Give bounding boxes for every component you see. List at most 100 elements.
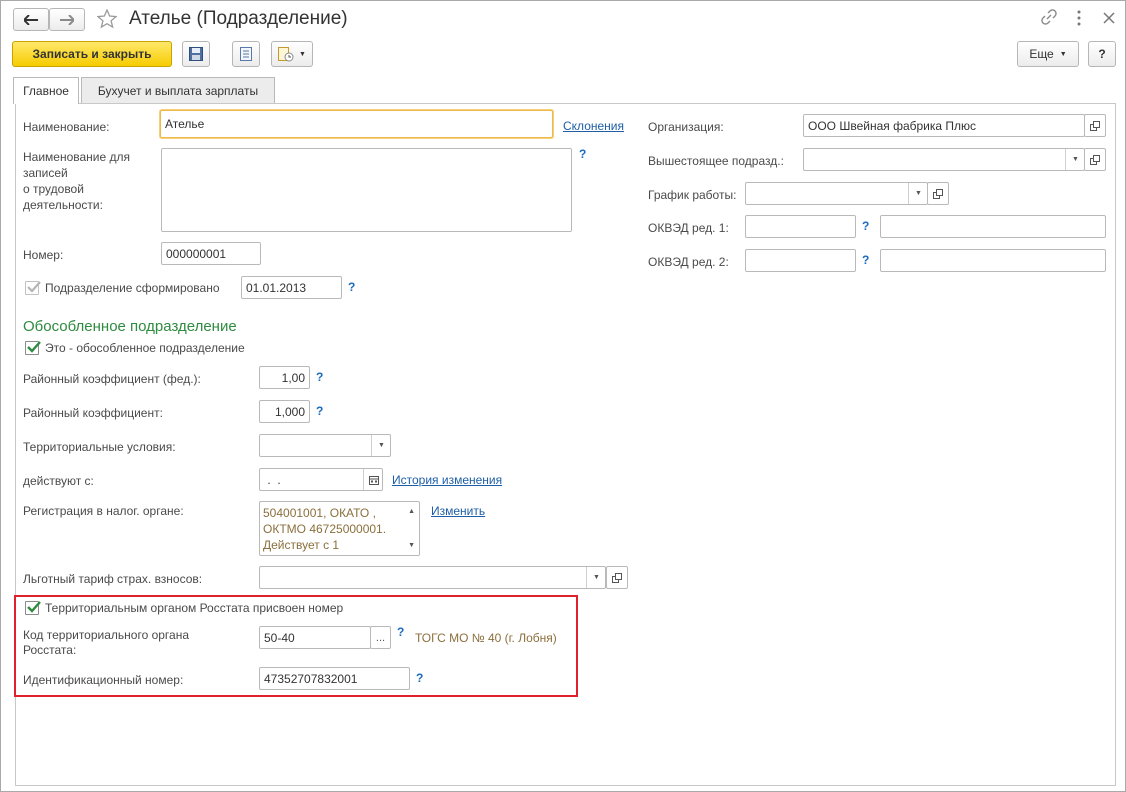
rosstat-code-description: ТОГС МО № 40 (г. Лобня) (415, 631, 557, 645)
favorite-star-icon[interactable] (96, 8, 118, 32)
formed-label: Подразделение сформировано (45, 281, 220, 295)
records-name-textarea[interactable] (161, 148, 572, 232)
okved1-help-icon[interactable]: ? (862, 219, 869, 233)
tax-registration-label: Регистрация в налог. органе: (23, 504, 184, 518)
checkmark-icon (27, 281, 41, 293)
parent-division-open-button[interactable] (1084, 148, 1106, 171)
arrow-left-icon (24, 14, 38, 25)
scroll-down-icon[interactable]: ▼ (408, 542, 415, 549)
chevron-down-icon: ▼ (299, 50, 306, 58)
okved1-name-input[interactable] (880, 215, 1106, 238)
formed-help-icon[interactable]: ? (348, 280, 355, 294)
separate-division-checkbox[interactable] (25, 341, 41, 355)
document-list-button[interactable] (232, 41, 260, 67)
rosstat-code-input[interactable]: 50-40 (259, 626, 371, 649)
coef-fed-input[interactable]: 1,00 (259, 366, 310, 389)
coef-input[interactable]: 1,000 (259, 400, 310, 423)
chevron-down-icon[interactable]: ▼ (1065, 149, 1084, 170)
rosstat-code-help-icon[interactable]: ? (397, 625, 404, 639)
okved2-name-input[interactable] (880, 249, 1106, 272)
okved2-help-icon[interactable]: ? (862, 253, 869, 267)
create-based-on-button[interactable]: ▼ (271, 41, 313, 67)
records-name-label-line2: записей (23, 166, 68, 180)
floppy-disk-icon (189, 47, 203, 61)
save-button[interactable] (182, 41, 210, 67)
coef-label: Районный коэффициент: (23, 406, 163, 420)
tax-registration-line2: ОКТМО 46725000001. (263, 522, 387, 536)
rosstat-code-label-line1: Код территориального органа (23, 628, 190, 642)
territorial-conditions-label: Территориальные условия: (23, 440, 176, 454)
valid-from-date-input[interactable]: . . (259, 468, 383, 491)
records-name-label-line4: деятельности: (23, 198, 103, 212)
valid-from-label: действуют с: (23, 474, 94, 488)
tax-registration-line1: 504001001, ОКАТО , (263, 506, 376, 520)
tax-registration-field[interactable]: 504001001, ОКАТО , ОКТМО 46725000001. Де… (259, 501, 420, 556)
rosstat-code-label-line2: Росстата: (23, 643, 77, 657)
form-window: Ателье (Подразделение) Записать и закрыт… (0, 0, 1126, 792)
okved1-label: ОКВЭД ред. 1: (648, 221, 729, 235)
save-and-close-button[interactable]: Записать и закрыть (12, 41, 172, 67)
parent-division-label: Вышестоящее подразд.: (648, 154, 784, 168)
open-form-icon (1090, 154, 1100, 165)
formed-checkbox[interactable] (25, 281, 41, 295)
scroll-up-icon[interactable]: ▲ (408, 508, 415, 515)
number-input[interactable]: 000000001 (161, 242, 261, 265)
records-name-help-icon[interactable]: ? (579, 147, 586, 161)
tariff-label: Льготный тариф страх. взносов: (23, 572, 203, 586)
identification-number-label: Идентификационный номер: (23, 673, 184, 687)
tariff-open-button[interactable] (606, 566, 628, 589)
rosstat-number-label: Территориальным органом Росстата присвое… (45, 601, 344, 615)
parent-division-select[interactable]: ▼ (803, 148, 1085, 171)
open-form-icon (612, 572, 622, 583)
separate-division-label: Это - обособленное подразделение (45, 341, 245, 355)
rosstat-code-select-button[interactable]: ... (370, 626, 391, 649)
change-history-link[interactable]: История изменения (392, 473, 502, 487)
coef-fed-help-icon[interactable]: ? (316, 370, 323, 384)
okved1-code-input[interactable] (745, 215, 856, 238)
calendar-icon[interactable] (363, 469, 382, 490)
close-icon[interactable] (1103, 12, 1115, 27)
work-schedule-open-button[interactable] (927, 182, 949, 205)
organization-open-button[interactable] (1084, 114, 1106, 137)
separate-division-section-title: Обособленное подразделение (23, 318, 237, 335)
document-create-icon (278, 46, 294, 61)
chevron-down-icon: ▼ (1059, 50, 1067, 58)
tariff-select[interactable]: ▼ (259, 566, 606, 589)
organization-label: Организация: (648, 120, 724, 134)
chevron-down-icon[interactable]: ▼ (371, 435, 390, 456)
name-label: Наименование: (23, 120, 110, 134)
list-document-icon (240, 47, 252, 61)
window-title: Ателье (Подразделение) (129, 8, 348, 29)
checkmark-icon (27, 601, 41, 613)
chevron-down-icon[interactable]: ▼ (908, 183, 927, 204)
forward-button[interactable] (49, 8, 85, 31)
work-schedule-label: График работы: (648, 188, 737, 202)
okved2-code-input[interactable] (745, 249, 856, 272)
valid-from-value: . . (264, 472, 281, 487)
more-menu-button[interactable]: Еще ▼ (1017, 41, 1079, 67)
tab-accounting-payroll[interactable]: Бухучет и выплата зарплаты (81, 77, 275, 103)
more-dots-icon[interactable] (1076, 10, 1082, 29)
okved2-label: ОКВЭД ред. 2: (648, 255, 729, 269)
checkmark-icon (27, 341, 41, 353)
tab-main[interactable]: Главное (13, 77, 79, 104)
more-menu-label: Еще (1029, 47, 1054, 61)
territorial-conditions-select[interactable]: ▼ (259, 434, 391, 457)
coef-help-icon[interactable]: ? (316, 404, 323, 418)
rosstat-number-checkbox[interactable] (25, 601, 41, 615)
arrow-right-icon (60, 14, 74, 25)
tax-registration-line3: Действует с 1 (263, 538, 340, 552)
tax-change-link[interactable]: Изменить (431, 504, 485, 518)
help-button[interactable]: ? (1088, 41, 1116, 67)
formed-date-input[interactable]: 01.01.2013 (241, 276, 342, 299)
name-input[interactable]: Ателье (160, 110, 553, 138)
declension-link[interactable]: Склонения (563, 119, 624, 133)
identification-number-help-icon[interactable]: ? (416, 671, 423, 685)
identification-number-input[interactable]: 47352707832001 (259, 667, 410, 690)
back-button[interactable] (13, 8, 49, 31)
work-schedule-select[interactable]: ▼ (745, 182, 928, 205)
organization-input[interactable]: ООО Швейная фабрика Плюс (803, 114, 1085, 137)
chevron-down-icon[interactable]: ▼ (586, 567, 605, 588)
link-icon[interactable] (1041, 9, 1057, 28)
coef-fed-label: Районный коэффициент (фед.): (23, 372, 201, 386)
